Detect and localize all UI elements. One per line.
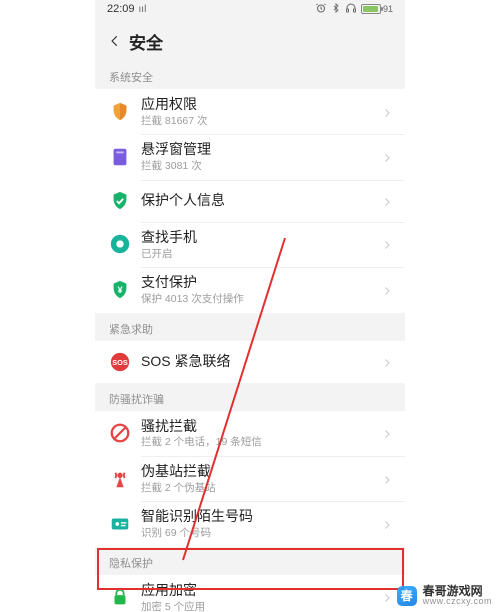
group-system: 应用权限 拦截 81667 次 悬浮窗管理 拦截 3081 次 保护个人信息 [95, 89, 405, 313]
row-subtitle: 拦截 2 个伪基站 [141, 482, 381, 495]
section-label-antifraud: 防骚扰诈骗 [95, 383, 405, 411]
chevron-right-icon [381, 356, 393, 368]
group-antifraud: 骚扰拦截 拦截 2 个电话，19 条短信 伪基站拦截 拦截 2 个伪基站 智能识… [95, 411, 405, 547]
row-title: 智能识别陌生号码 [141, 508, 381, 525]
chevron-right-icon [381, 427, 393, 439]
bluetooth-icon [331, 2, 341, 17]
section-label-emergency: 紧急求助 [95, 313, 405, 341]
row-subtitle: 拦截 3081 次 [141, 160, 381, 173]
block-icon [109, 422, 131, 444]
row-caller-id[interactable]: 智能识别陌生号码 识别 69 个号码 [95, 501, 405, 546]
row-title: 保护个人信息 [141, 192, 381, 209]
section-label-system: 系统安全 [95, 61, 405, 89]
phone-frame: 22:09 ııl 91 安全 系统安全 [95, 0, 405, 609]
row-title: 伪基站拦截 [141, 463, 381, 480]
chevron-right-icon [381, 238, 393, 250]
status-bar: 22:09 ııl 91 [95, 0, 405, 21]
chevron-right-icon [381, 591, 393, 603]
row-subtitle: 已开启 [141, 248, 381, 261]
page-header: 安全 [95, 21, 405, 61]
group-emergency: SOS SOS 紧急联络 [95, 341, 405, 383]
row-protect-personal-info[interactable]: 保护个人信息 [95, 180, 405, 222]
row-title: 应用加密 [141, 582, 381, 599]
signal-text-icon: ııl [139, 4, 147, 15]
battery-indicator: 91 [361, 4, 393, 14]
alarm-icon [315, 2, 327, 17]
chevron-right-icon [381, 473, 393, 485]
row-title: 应用权限 [141, 96, 381, 113]
row-title: 支付保护 [141, 274, 381, 291]
tower-icon [109, 468, 131, 490]
headphone-icon [345, 2, 357, 17]
row-fake-base-station[interactable]: 伪基站拦截 拦截 2 个伪基站 [95, 456, 405, 501]
chevron-right-icon [381, 151, 393, 163]
row-subtitle: 拦截 81667 次 [141, 115, 381, 128]
section-label-privacy: 隐私保护 [95, 547, 405, 575]
row-subtitle: 识别 69 个号码 [141, 527, 381, 540]
watermark-logo-icon: 春 [397, 586, 417, 606]
row-find-phone[interactable]: 查找手机 已开启 [95, 222, 405, 267]
payment-shield-icon: ¥ [109, 279, 131, 301]
watermark: 春 春哥游戏网 www.czcxy.com [397, 585, 492, 606]
id-card-icon [109, 513, 131, 535]
chevron-right-icon [381, 518, 393, 530]
group-privacy: 应用加密 加密 5 个应用 儿童空间 [95, 575, 405, 612]
chevron-right-icon [381, 284, 393, 296]
shield-icon [109, 101, 131, 123]
row-title: SOS 紧急联络 [141, 353, 381, 370]
row-subtitle: 拦截 2 个电话，19 条短信 [141, 436, 381, 449]
row-floating-window[interactable]: 悬浮窗管理 拦截 3081 次 [95, 134, 405, 179]
back-button[interactable] [103, 29, 127, 53]
row-harassment-block[interactable]: 骚扰拦截 拦截 2 个电话，19 条短信 [95, 411, 405, 456]
watermark-url: www.czcxy.com [423, 597, 492, 606]
row-subtitle: 保护 4013 次支付操作 [141, 293, 381, 306]
chevron-right-icon [381, 195, 393, 207]
row-subtitle: 加密 5 个应用 [141, 601, 381, 612]
row-title: 骚扰拦截 [141, 418, 381, 435]
sos-icon: SOS [109, 351, 131, 373]
row-app-permissions[interactable]: 应用权限 拦截 81667 次 [95, 89, 405, 134]
battery-percentage: 91 [383, 4, 393, 14]
page-title: 安全 [129, 29, 163, 54]
row-title: 查找手机 [141, 229, 381, 246]
svg-text:SOS: SOS [112, 357, 128, 366]
locate-phone-icon [109, 233, 131, 255]
row-title: 悬浮窗管理 [141, 141, 381, 158]
chevron-right-icon [381, 106, 393, 118]
shield-check-icon [109, 190, 131, 212]
row-app-encryption[interactable]: 应用加密 加密 5 个应用 [95, 575, 405, 612]
row-payment-protection[interactable]: ¥ 支付保护 保护 4013 次支付操作 [95, 267, 405, 312]
status-time: 22:09 [107, 3, 135, 15]
window-icon [109, 146, 131, 168]
row-sos[interactable]: SOS SOS 紧急联络 [95, 341, 405, 383]
lock-icon [109, 586, 131, 608]
